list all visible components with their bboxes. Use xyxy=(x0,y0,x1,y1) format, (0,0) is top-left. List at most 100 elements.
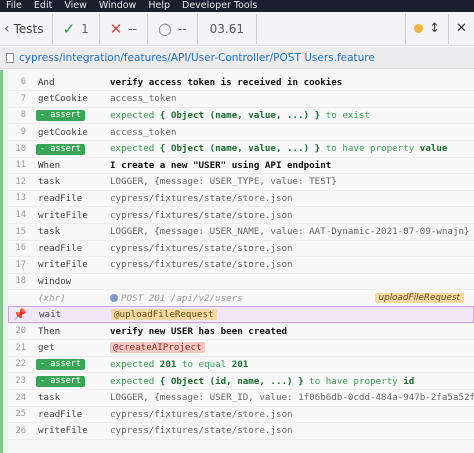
command-row[interactable]: (xhr) POST 201 /api/v2/users uploadFileReq… xyxy=(8,290,474,307)
menu-edit[interactable]: Edit xyxy=(28,0,58,12)
command-row[interactable]: 12 task LOGGER, {message: USER_TYPE, value… xyxy=(8,174,474,191)
assert-value: 201 xyxy=(231,358,249,370)
assert-text: to exist xyxy=(320,109,371,121)
command-number: 14 xyxy=(15,210,26,221)
row-divider xyxy=(8,438,474,440)
alias-badge[interactable]: @uploadFileRequest xyxy=(111,309,217,321)
assert-text: to have property xyxy=(320,143,420,155)
command-row[interactable]: 6 And verify access token is received in c… xyxy=(8,74,474,91)
auto-scroll-icon[interactable]: ↕ xyxy=(429,21,440,36)
command-row[interactable]: 16 readFile cypress/fixtures/state/store.j… xyxy=(8,240,474,257)
command-number: 22 xyxy=(15,359,26,370)
command-row[interactable]: 13 readFile cypress/fixtures/state/store.j… xyxy=(8,190,474,207)
command-row[interactable]: 📌 wait @uploadFileRequest xyxy=(8,306,474,323)
command-message: cypress/fixtures/state/store.json xyxy=(110,259,293,271)
command-row[interactable]: 25 readFile cypress/fixtures/state/store.j… xyxy=(8,406,474,423)
command-number: 11 xyxy=(15,160,26,171)
command-number: 25 xyxy=(15,409,26,420)
command-message: expected { Object (name, value, ...) } t… xyxy=(110,110,474,121)
assert-value: { Object (name, value, ...) } xyxy=(159,143,321,155)
command-number: 12 xyxy=(15,176,26,187)
passed-count: 1 xyxy=(81,21,89,36)
command-number: 7 xyxy=(20,93,26,104)
command-number: 24 xyxy=(15,392,26,403)
running-status-dot xyxy=(414,24,424,33)
command-row[interactable]: 18 window xyxy=(8,273,474,290)
command-row[interactable]: 9 getCookie access_token xyxy=(8,124,474,141)
command-name: writeFile xyxy=(38,259,88,271)
command-number: 📌 xyxy=(13,308,27,322)
command-name: task xyxy=(38,392,61,404)
command-row[interactable]: 8 assert expected { Object (name, value, .… xyxy=(8,107,474,124)
command-name: task xyxy=(38,176,61,188)
command-number: 13 xyxy=(15,193,26,204)
command-number: 21 xyxy=(15,342,26,353)
command-row[interactable]: 11 When I create a new "USER" using API en… xyxy=(8,157,474,174)
tests-button[interactable]: ‹ Tests xyxy=(0,13,53,44)
command-row[interactable]: 7 getCookie access_token xyxy=(8,91,474,108)
command-row[interactable]: 23 assert expected { Object (id, name, ...… xyxy=(8,373,474,390)
command-row[interactable]: 15 task LOGGER, {message: USER_NAME, value… xyxy=(8,223,474,240)
command-row[interactable]: 20 Then verify new USER has been created xyxy=(8,323,474,340)
failed-stat: ✕ -- xyxy=(100,13,148,44)
menu-bar: File Edit View Window Help Developer Too… xyxy=(0,0,474,12)
command-row[interactable]: 17 writeFile cypress/fixtures/state/store.… xyxy=(8,257,474,274)
command-row[interactable]: 26 writeFile cypress/fixtures/state/store.… xyxy=(8,423,474,440)
assert-value: value xyxy=(419,143,448,155)
command-message: I create a new "USER" using API endpoint xyxy=(110,159,332,171)
command-number: 17 xyxy=(15,259,26,270)
menu-help[interactable]: Help xyxy=(142,0,176,12)
tests-label: Tests xyxy=(13,21,44,36)
command-number: 16 xyxy=(15,243,26,254)
command-message: access_token xyxy=(110,126,177,138)
command-number: 6 xyxy=(20,77,26,88)
x-icon: ✕ xyxy=(109,19,123,38)
command-message: expected { Object (name, value, ...) } t… xyxy=(110,143,474,154)
command-name: assert xyxy=(36,109,110,122)
menu-developer-tools[interactable]: Developer Tools xyxy=(176,0,263,12)
status-area: ↕ xyxy=(405,13,448,44)
assert-text: expected xyxy=(110,375,160,387)
command-name: get xyxy=(38,342,55,354)
command-log: 6 And verify access token is received in c… xyxy=(0,70,474,453)
command-name: readFile xyxy=(38,242,83,254)
menu-file[interactable]: File xyxy=(0,0,28,12)
command-message: cypress/fixtures/state/store.json xyxy=(110,192,293,204)
assert-badge: assert xyxy=(36,110,85,122)
failed-count: -- xyxy=(128,21,137,36)
passed-stat: ✓ 1 xyxy=(53,13,100,44)
assert-value: { Object (name, value, ...) } xyxy=(159,109,321,121)
command-row[interactable]: 24 task LOGGER, {message: USER_ID, value: … xyxy=(8,389,474,406)
command-name: getCookie xyxy=(38,93,88,105)
command-row[interactable]: 14 writeFile cypress/fixtures/state/store.… xyxy=(8,207,474,224)
command-name: task xyxy=(38,226,61,238)
command-message: access_token xyxy=(110,93,177,105)
command-row[interactable]: 22 assert expected 201 to equal 201 xyxy=(8,356,474,373)
xhr-alias-tag: uploadFileRequest xyxy=(374,293,464,304)
command-name: getCookie xyxy=(38,126,88,138)
command-name: writeFile xyxy=(38,209,88,221)
stop-button[interactable]: ✕ xyxy=(448,13,474,44)
command-row[interactable]: 10 assert expected { Object (name, value, … xyxy=(8,140,474,157)
menu-view[interactable]: View xyxy=(58,0,93,12)
spec-file-link[interactable]: cypress/integration/features/API/User-Co… xyxy=(19,52,375,64)
command-message: verify new USER has been created xyxy=(110,325,288,337)
command-message: LOGGER, {message: USER_ID, value: 1f06b6… xyxy=(110,392,474,404)
check-icon: ✓ xyxy=(62,19,76,38)
document-icon xyxy=(6,52,14,63)
command-message: @createAIProject xyxy=(110,342,474,354)
command-message: cypress/fixtures/state/store.json xyxy=(110,209,293,221)
spec-file-header: cypress/integration/features/API/User-Co… xyxy=(0,47,474,69)
command-name: When xyxy=(38,159,61,171)
menu-window[interactable]: Window xyxy=(93,0,142,12)
pending-count: -- xyxy=(177,21,187,36)
command-name: readFile xyxy=(38,192,83,204)
command-number: 10 xyxy=(15,143,26,154)
alias-badge[interactable]: @createAIProject xyxy=(110,342,205,354)
command-number: 26 xyxy=(15,425,26,436)
command-name: And xyxy=(38,76,55,88)
command-number: 18 xyxy=(15,276,26,287)
command-number: 15 xyxy=(15,226,26,237)
command-message: expected 201 to equal 201 xyxy=(110,359,474,370)
command-row[interactable]: 21 get @createAIProject xyxy=(8,340,474,357)
